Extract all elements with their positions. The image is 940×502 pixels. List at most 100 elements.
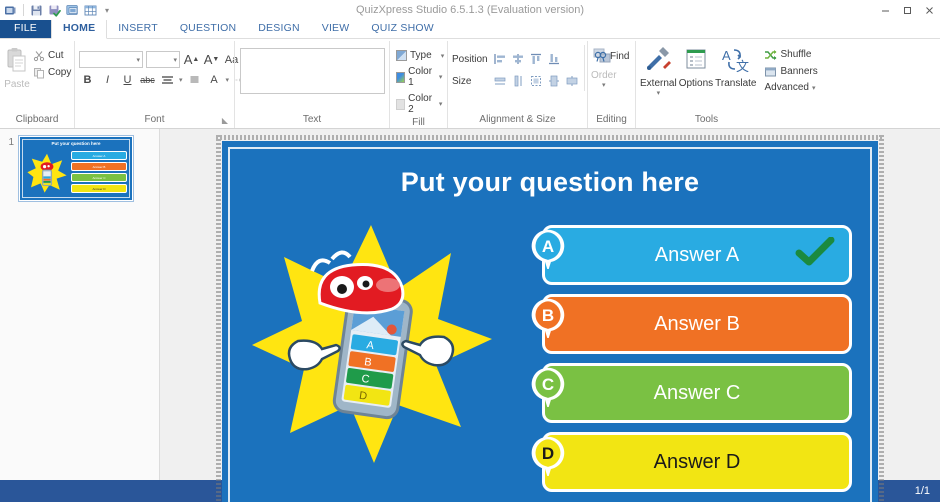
font-group-label: Font ◣ <box>79 113 230 128</box>
size-both-icon[interactable] <box>528 73 544 89</box>
copy-button[interactable]: Copy <box>30 65 73 80</box>
alignment-group-label: Alignment & Size <box>479 114 556 125</box>
slide-thumbnail-1[interactable]: Put your question here Answer A Answer B… <box>18 135 134 202</box>
tab-insert[interactable]: INSERT <box>107 19 169 38</box>
ribbon-group-alignment: Position Size Order ▾ Alignment & Size <box>447 41 617 128</box>
cut-label: Cut <box>48 50 64 61</box>
slide-canvas[interactable]: Put your question here A B C D Answer A … <box>222 141 878 502</box>
cut-button[interactable]: Cut <box>30 48 73 63</box>
fill-type-label: Type <box>410 50 432 61</box>
font-name-input[interactable]: ▾ <box>79 51 143 68</box>
answer-letter-c: C <box>541 375 555 394</box>
correct-check-icon <box>795 236 835 273</box>
chevron-down-icon[interactable]: ▾ <box>441 52 445 60</box>
size-height-icon[interactable] <box>510 73 526 89</box>
quiz-mascot-star[interactable]: A B C D <box>246 219 496 469</box>
save-check-icon[interactable] <box>47 3 62 18</box>
answer-badge-d: D <box>530 436 566 479</box>
tab-home[interactable]: HOME <box>50 18 108 39</box>
options-button[interactable]: Options <box>679 45 713 89</box>
paste-button[interactable]: Paste <box>4 45 30 90</box>
qat-divider <box>23 4 24 16</box>
external-label: External <box>640 78 677 89</box>
text-input[interactable] <box>239 48 385 94</box>
external-chevron-icon[interactable]: ▾ <box>657 89 661 97</box>
answer-text-b: Answer B <box>654 312 740 335</box>
font-color-button[interactable]: A <box>206 72 223 88</box>
strikethrough-button[interactable]: abc <box>139 72 156 88</box>
fill-type-button[interactable]: Type ▾ <box>394 49 446 62</box>
fill-color2-button[interactable]: Color 2 ▾ <box>394 92 444 116</box>
align-left-icon[interactable] <box>492 51 508 67</box>
size-fit-width-icon[interactable] <box>546 73 562 89</box>
ribbon-group-clipboard: Paste Cut Copy Clipboard <box>0 41 74 128</box>
minimize-icon[interactable] <box>874 0 896 20</box>
app-icon[interactable] <box>3 3 18 18</box>
font-color-chevron-icon[interactable]: ▾ <box>226 76 230 84</box>
answer-bar-b[interactable]: Answer B <box>542 294 852 354</box>
ribbon-tabs: FILE HOME INSERT QUESTION DESIGN VIEW QU… <box>0 18 940 39</box>
answer-bar-c[interactable]: Answer C <box>542 363 852 423</box>
align-bottom-icon[interactable] <box>546 51 562 67</box>
qat-more-icon[interactable]: ▾ <box>105 6 109 15</box>
tab-quiz-show[interactable]: QUIZ SHOW <box>360 19 444 38</box>
answer-row-d[interactable]: Answer D D <box>530 432 852 492</box>
tab-question[interactable]: QUESTION <box>169 19 247 38</box>
font-size-input[interactable]: ▾ <box>146 51 180 68</box>
font-dialog-launcher-icon[interactable]: ◣ <box>222 114 228 127</box>
translate-button[interactable]: A文 Translate <box>715 45 756 89</box>
thumbnail-answer-b: Answer B <box>71 162 127 171</box>
chevron-down-icon[interactable]: ▾ <box>439 100 443 108</box>
highlight-icon[interactable] <box>186 72 203 88</box>
tab-view[interactable]: VIEW <box>311 19 361 38</box>
banners-icon <box>764 65 777 78</box>
canvas-area: Put your question here A B C D Answer A … <box>160 129 940 502</box>
slide-icon[interactable] <box>65 3 80 18</box>
find-icon <box>594 50 607 63</box>
answer-row-c[interactable]: Answer C C <box>530 363 852 423</box>
bold-button[interactable]: B <box>79 72 96 88</box>
thumbnail-answers: Answer A Answer B Answer C Answer D <box>71 151 127 193</box>
align-icon[interactable] <box>159 72 176 88</box>
advanced-button[interactable]: Advanced ▾ <box>762 81 819 94</box>
slides-panel[interactable]: 1 Put your question here Answer A Answer… <box>0 129 160 480</box>
slide-selection-frame[interactable]: Put your question here A B C D Answer A … <box>216 135 884 502</box>
answer-row-b[interactable]: Answer B B <box>530 294 852 354</box>
italic-button[interactable]: I <box>99 72 116 88</box>
shuffle-button[interactable]: Shuffle <box>762 47 819 62</box>
answer-text-c: Answer C <box>653 381 741 404</box>
fill-color1-button[interactable]: Color 1 ▾ <box>394 65 444 89</box>
answer-row-a[interactable]: Answer A A <box>530 225 852 285</box>
close-icon[interactable] <box>918 0 940 20</box>
tab-file[interactable]: FILE <box>0 18 51 38</box>
align-center-icon[interactable] <box>510 51 526 67</box>
save-icon[interactable] <box>29 3 44 18</box>
align-top-icon[interactable] <box>528 51 544 67</box>
shrink-font-button[interactable]: A ▼ <box>203 52 220 68</box>
underline-button[interactable]: U <box>119 72 136 88</box>
translate-icon: A文 <box>721 47 751 76</box>
answer-bar-d[interactable]: Answer D <box>542 432 852 492</box>
svg-text:D: D <box>358 390 368 403</box>
size-fit-height-icon[interactable] <box>564 73 580 89</box>
advanced-chevron-icon[interactable]: ▾ <box>812 84 816 92</box>
grow-font-button[interactable]: A ▲ <box>183 52 200 68</box>
answer-letter-d: D <box>541 444 555 463</box>
external-button[interactable]: External ▾ <box>640 45 677 97</box>
chevron-down-icon[interactable]: ▾ <box>439 73 443 81</box>
answer-bar-a[interactable]: Answer A <box>542 225 852 285</box>
answer-letter-a: A <box>541 237 555 256</box>
tab-design[interactable]: DESIGN <box>247 19 310 38</box>
ribbon-group-font: ▾ ▾ A ▲ A ▼ Aa B I U abc ▾ A ▾ Font ◣ <box>74 41 256 128</box>
question-title[interactable]: Put your question here <box>222 167 878 198</box>
size-width-icon[interactable] <box>492 73 508 89</box>
banners-button[interactable]: Banners <box>762 64 819 79</box>
tools-group-label: Tools <box>694 114 719 125</box>
grid-icon[interactable] <box>83 3 98 18</box>
maximize-icon[interactable] <box>896 0 918 20</box>
ribbon-group-editing: Find Editing <box>587 41 635 128</box>
find-button[interactable]: Find <box>592 49 631 64</box>
chevron-down-icon: ▾ <box>173 56 177 64</box>
font-group-title: Font <box>144 114 165 125</box>
align-chevron-icon[interactable]: ▾ <box>179 76 183 84</box>
